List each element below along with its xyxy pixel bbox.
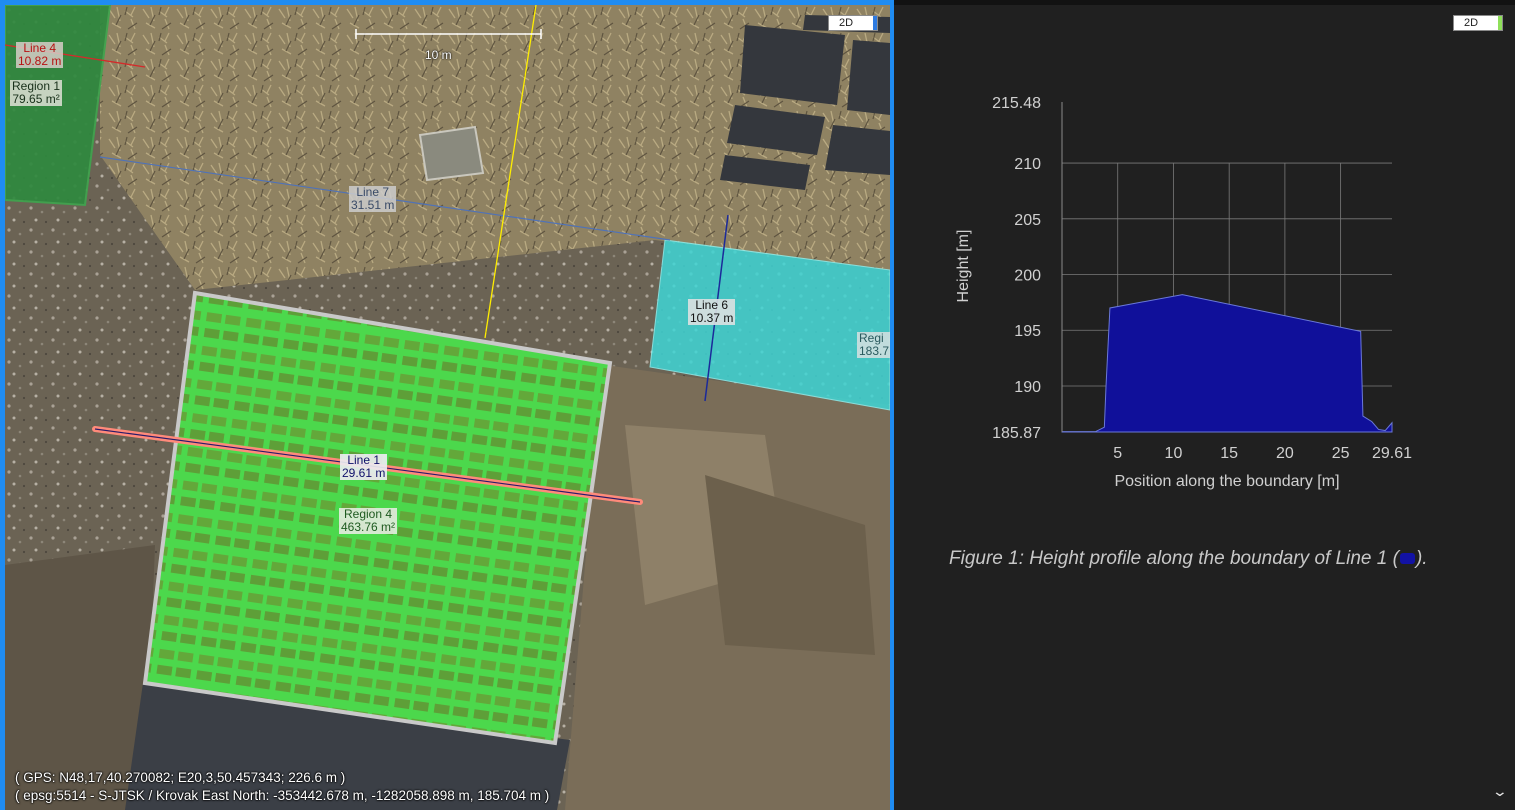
height-profile-chart: 215.48 210 205 200 195 190 185.87 5 10 15 20 25 29.… [955, 95, 1412, 490]
region-right-value: 183.7 [857, 344, 890, 358]
figure-caption: Figure 1: Height profile along the bound… [949, 548, 1428, 570]
line-6-label[interactable]: Line 6 10.37 m [688, 299, 736, 325]
profile-chart-pane: 2D 215.48 210 205 200 195 190 185.87 5 10 15 20 25… [894, 0, 1515, 810]
line-4-label[interactable]: Line 4 10.82 m [16, 42, 64, 68]
y-tick-label: 205 [1014, 212, 1041, 229]
region-4-label[interactable]: Region 4 463.76 m² [339, 508, 398, 534]
y-tick-label: 210 [1014, 156, 1041, 173]
map-pane: 10 m Line 4 10.82 m Region 1 79.65 m² Li… [0, 0, 894, 810]
region-4-value: 463.76 m² [339, 520, 398, 534]
line-4-value: 10.82 m [16, 54, 64, 68]
scale-bar-label: 10 m [425, 48, 452, 62]
y-tick-labels: 215.48 210 205 200 195 190 185.87 [992, 95, 1041, 442]
line-1-label[interactable]: Line 1 29.61 m [340, 454, 388, 480]
x-tick-label: 25 [1332, 445, 1350, 462]
line-7-label[interactable]: Line 7 31.51 m [349, 186, 397, 212]
height-profile-area [1061, 294, 1393, 433]
line-6-value: 10.37 m [688, 311, 736, 325]
orthophoto-map [5, 5, 890, 810]
y-tick-label: 200 [1014, 268, 1041, 285]
map-2d-toggle-label: 2D [839, 17, 854, 29]
y-tick-label: 190 [1014, 379, 1041, 396]
line-7-value: 31.51 m [349, 198, 397, 212]
map-2d-indicator [873, 16, 877, 30]
series-color-swatch [1399, 553, 1415, 564]
x-tick-label: 5 [1113, 445, 1122, 462]
map-viewport[interactable]: 10 m Line 4 10.82 m Region 1 79.65 m² Li… [5, 5, 890, 810]
y-tick-label: 195 [1014, 323, 1041, 340]
x-axis-label: Position along the boundary [m] [1114, 473, 1339, 490]
caption-end: ). [1415, 548, 1428, 569]
region-1-value: 79.65 m² [10, 93, 63, 106]
app-window: 10 m Line 4 10.82 m Region 1 79.65 m² Li… [0, 0, 1515, 810]
chart-series [1061, 294, 1393, 433]
x-tick-labels: 5 10 15 20 25 29.61 [1113, 445, 1412, 462]
caption-text: Figure 1: Height profile along the bound… [949, 548, 1399, 569]
gps-coordinates: ( GPS: N48,17,40.270082; E20,3,50.457343… [15, 770, 346, 785]
x-tick-label: 29.61 [1372, 445, 1412, 462]
chevron-down-icon[interactable]: ⌄ [1492, 783, 1508, 800]
y-axis-label: Height [m] [955, 230, 972, 303]
y-tick-label: 215.48 [992, 95, 1041, 112]
region-1-label[interactable]: Region 1 79.65 m² [10, 80, 63, 106]
region-right-label[interactable]: Regi 183.7 [857, 332, 890, 358]
x-tick-label: 20 [1276, 445, 1294, 462]
y-tick-label: 185.87 [992, 425, 1041, 442]
x-tick-label: 10 [1165, 445, 1183, 462]
coordinate-readout: ( GPS: N48,17,40.270082; E20,3,50.457343… [15, 769, 549, 805]
map-2d-toggle-button[interactable]: 2D [828, 15, 878, 31]
line-1-value: 29.61 m [340, 466, 388, 480]
x-tick-label: 15 [1220, 445, 1238, 462]
projected-coordinates: ( epsg:5514 - S-JTSK / Krovak East North… [15, 788, 550, 803]
